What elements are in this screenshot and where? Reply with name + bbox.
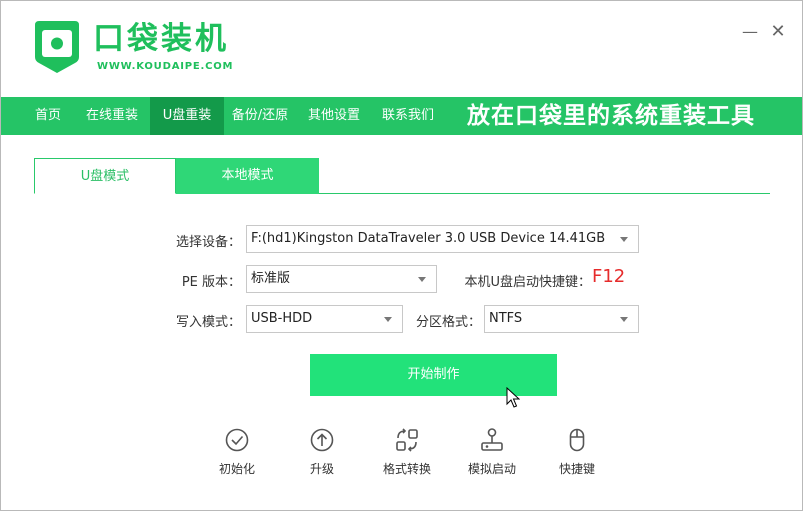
minimize-button[interactable]: — [741,23,759,41]
tool-simulate-boot[interactable]: 模拟启动 [452,427,532,477]
nav-item-other-settings[interactable]: 其他设置 [298,97,370,135]
nav-slogan: 放在口袋里的系统重装工具 [467,103,755,129]
chevron-down-icon [620,317,628,322]
chevron-down-icon [418,277,426,282]
logo-icon [35,21,79,77]
partition-value: NTFS [489,311,523,326]
joystick-icon [481,428,503,451]
tool-hotkey-label: 快捷键 [558,462,595,476]
tool-upgrade-label: 升级 [309,462,334,476]
tool-simulate-boot-label: 模拟启动 [467,462,516,476]
arrow-up-circle-icon [310,428,334,452]
write-mode-value: USB-HDD [251,311,313,326]
device-select[interactable]: F:(hd1)Kingston DataTraveler 3.0 USB Dev… [246,225,639,253]
device-label: 选择设备： [175,235,241,250]
tool-initialize[interactable]: 初始化 [197,427,277,477]
brand-url: WWW.KOUDAIPE.COM [97,61,234,72]
close-button[interactable]: ✕ [769,23,787,41]
pe-version-value: 标准版 [251,271,291,286]
partition-select[interactable]: NTFS [484,305,639,333]
chevron-down-icon [384,317,392,322]
tool-upgrade[interactable]: 升级 [282,427,362,477]
convert-icon [396,428,418,452]
tool-hotkey[interactable]: 快捷键 [537,427,617,477]
nav-item-home[interactable]: 首页 [23,97,73,135]
nav-item-contact[interactable]: 联系我们 [372,97,444,135]
pe-version-label: PE 版本： [181,275,241,290]
hotkey-label: 本机U盘启动快捷键： [464,275,591,290]
pe-version-select[interactable]: 标准版 [246,265,437,293]
mouse-cursor-icon [506,386,521,413]
nav-item-usb-reinstall[interactable]: U盘重装 [150,97,224,135]
partition-label: 分区格式： [415,315,481,330]
nav-item-backup-restore[interactable]: 备份/还原 [224,97,296,135]
chevron-down-icon [620,237,628,242]
brand-name: 口袋装机 [93,21,229,57]
device-select-value: F:(hd1)Kingston DataTraveler 3.0 USB Dev… [251,231,606,246]
check-circle-icon [225,428,249,452]
write-mode-select[interactable]: USB-HDD [246,305,403,333]
write-mode-label: 写入模式： [175,315,241,330]
nav-item-online-reinstall[interactable]: 在线重装 [77,97,147,135]
tool-format-convert[interactable]: 格式转换 [367,427,447,477]
tab-local-mode[interactable]: 本地模式 [176,158,319,194]
tool-initialize-label: 初始化 [218,462,255,476]
hotkey-value: F12 [592,266,626,287]
mouse-icon [569,428,585,452]
main-nav: 首页 在线重装 U盘重装 备份/还原 其他设置 联系我们 放在口袋里的系统重装工… [1,97,802,135]
app-window: 口袋装机 WWW.KOUDAIPE.COM — ✕ 首页 在线重装 U盘重装 备… [0,0,803,511]
tab-usb-mode[interactable]: U盘模式 [34,158,176,194]
tool-format-convert-label: 格式转换 [382,462,431,476]
